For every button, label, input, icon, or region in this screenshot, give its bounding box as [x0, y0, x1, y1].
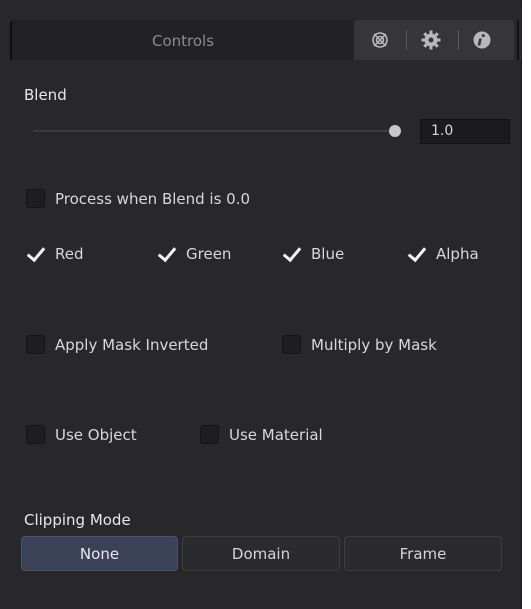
blend-slider-track[interactable]: [33, 130, 395, 132]
blend-value-input[interactable]: 1.0: [420, 119, 510, 144]
use-material-checkbox[interactable]: Use Material: [200, 425, 323, 444]
checkbox-label: Multiply by Mask: [311, 335, 437, 354]
clipping-mode-domain-button[interactable]: Domain: [182, 536, 340, 571]
checkmark-icon[interactable]: [157, 244, 176, 263]
checkmark-icon[interactable]: [407, 244, 426, 263]
alpha-channel-checkbox[interactable]: Alpha: [407, 244, 479, 263]
checkbox-box[interactable]: [26, 189, 45, 208]
segment-label: Frame: [399, 544, 447, 563]
checkbox-box[interactable]: [200, 425, 219, 444]
checkbox-label: Red: [55, 244, 84, 263]
multiply-by-mask-checkbox[interactable]: Multiply by Mask: [282, 335, 437, 354]
red-channel-checkbox[interactable]: Red: [26, 244, 84, 263]
clipping-mode-label: Clipping Mode: [24, 511, 131, 529]
checkmark-icon[interactable]: [26, 244, 45, 263]
inspector-panel: Controls Blend 1.0 Process when Blend is…: [0, 0, 522, 609]
gear-icon[interactable]: [411, 20, 451, 60]
checkbox-label: Green: [186, 244, 232, 263]
clipping-mode-none-button[interactable]: None: [21, 536, 178, 571]
tab-controls[interactable]: Controls: [10, 20, 354, 60]
blend-slider-thumb[interactable]: [389, 125, 401, 137]
apply-mask-inverted-checkbox[interactable]: Apply Mask Inverted: [26, 335, 208, 354]
segment-label: Domain: [231, 544, 291, 563]
checkbox-box[interactable]: [26, 335, 45, 354]
checkbox-label: Apply Mask Inverted: [55, 335, 209, 354]
checkbox-label: Use Material: [229, 425, 323, 444]
target-icon[interactable]: [360, 20, 400, 60]
use-object-checkbox[interactable]: Use Object: [26, 425, 137, 444]
blend-label: Blend: [24, 86, 67, 104]
checkbox-box[interactable]: [282, 335, 301, 354]
tab-bar: Controls: [0, 10, 522, 60]
info-icon[interactable]: [462, 20, 502, 60]
checkbox-label: Process when Blend is 0.0: [55, 189, 251, 208]
checkbox-label: Alpha: [436, 244, 479, 263]
checkbox-box[interactable]: [26, 425, 45, 444]
green-channel-checkbox[interactable]: Green: [157, 244, 231, 263]
tab-icon-group: [354, 20, 514, 60]
process-when-blend-zero-checkbox[interactable]: Process when Blend is 0.0: [26, 189, 250, 208]
tab-controls-label: Controls: [151, 31, 215, 50]
checkmark-icon[interactable]: [282, 244, 301, 263]
checkbox-label: Blue: [311, 244, 345, 263]
clipping-mode-frame-button[interactable]: Frame: [344, 536, 502, 571]
segment-label: None: [79, 544, 120, 563]
blue-channel-checkbox[interactable]: Blue: [282, 244, 344, 263]
checkbox-label: Use Object: [55, 425, 137, 444]
